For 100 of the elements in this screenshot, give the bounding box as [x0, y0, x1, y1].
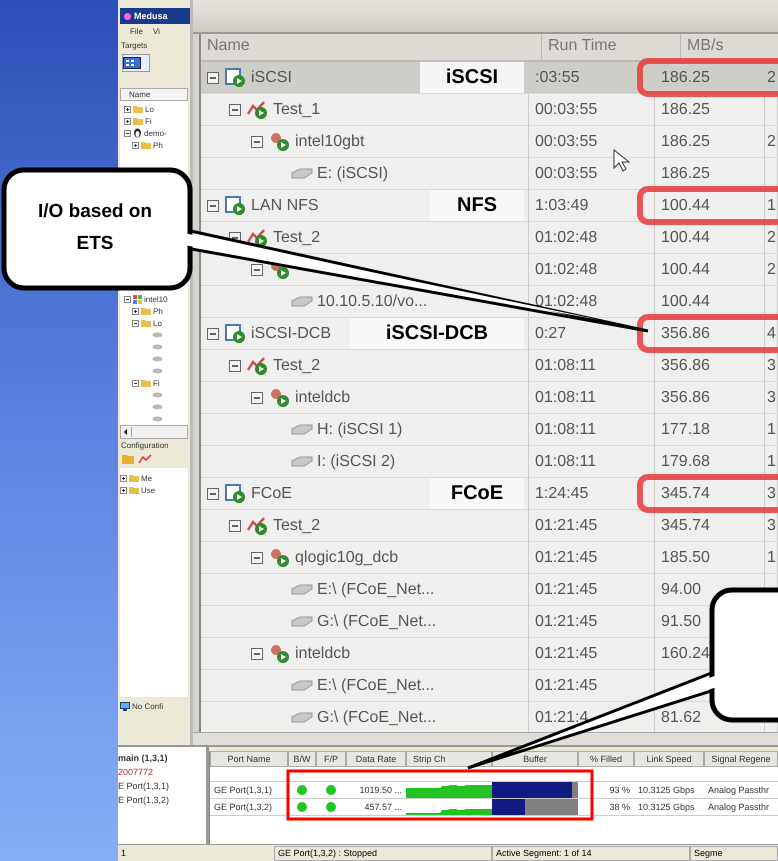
column-header[interactable]: Signal Regene	[704, 751, 778, 767]
expander-icon[interactable]	[251, 392, 263, 404]
table-cell: 2	[767, 132, 776, 150]
menu-item[interactable]: File	[130, 27, 143, 36]
status-field: Active Segment: 1 of 14	[492, 846, 690, 860]
disk-icon	[152, 332, 163, 338]
expander-icon[interactable]	[120, 486, 127, 494]
group-icon	[225, 196, 247, 216]
expander-icon[interactable]	[120, 474, 127, 482]
expander-icon[interactable]	[132, 320, 139, 326]
throughput-value: 186.25	[661, 100, 710, 118]
port-list-item[interactable]: main (1,3,1)	[118, 753, 206, 767]
expander-icon[interactable]	[124, 118, 131, 124]
node-name: Test_1	[273, 100, 320, 118]
node-name: Test_2	[273, 356, 320, 374]
host-icon	[269, 132, 291, 152]
expander-icon[interactable]	[124, 106, 131, 112]
expander-icon[interactable]	[207, 328, 219, 340]
callout-text: I/O based on ETS	[36, 200, 154, 256]
status-field: 1	[118, 846, 274, 860]
config-item[interactable]: Me	[141, 474, 152, 482]
target-item[interactable]: intel10	[144, 294, 168, 304]
expander-icon[interactable]	[251, 264, 263, 276]
port-list-item[interactable]: E Port(1,3,1)	[118, 781, 206, 795]
view-button[interactable]	[122, 54, 150, 72]
node-name: inteldcb	[295, 644, 350, 662]
target-item[interactable]: Ph	[153, 140, 163, 150]
expander-icon[interactable]	[207, 488, 219, 500]
annotation-tooltip: FCoE	[430, 478, 524, 509]
table-row[interactable]: Test_2 01:02:48 100.44 2	[201, 222, 778, 254]
expander-icon[interactable]	[132, 142, 139, 148]
table-row[interactable]: intel10gbt 00:03:55 186.25 2	[201, 126, 778, 158]
table-row[interactable]: qlogic10g_dcb 01:21:45 185.50 1	[201, 542, 778, 574]
status-text: No Confi	[132, 702, 164, 711]
column-header[interactable]: Strip Ch	[406, 751, 492, 767]
target-item[interactable]: Fi	[153, 378, 160, 388]
port-list-item[interactable]: 2007772	[118, 767, 206, 781]
disk-icon	[152, 356, 163, 362]
run-time: 00:03:55	[535, 100, 598, 118]
target-item[interactable]: Fi	[145, 116, 152, 126]
expander-icon[interactable]	[124, 130, 131, 136]
column-header[interactable]: Link Speed	[634, 751, 704, 767]
table-row[interactable]: E:\ (FCoE_Net... 01:21:45 94.00	[201, 574, 778, 606]
column-header[interactable]: Data Rate	[346, 751, 406, 767]
table-row[interactable]: Test_1 00:03:55 186.25	[201, 94, 778, 126]
throughput-value: 356.86	[661, 388, 710, 406]
column-header[interactable]: Port Name	[210, 751, 288, 767]
table-cell: 1	[767, 548, 776, 566]
run-time: 01:02:48	[535, 260, 598, 278]
percent-filled: 93 %	[609, 785, 630, 795]
node-name: I: (iSCSI 2)	[317, 452, 396, 470]
expander-icon[interactable]	[251, 552, 263, 564]
run-time: 01:21:45	[535, 580, 598, 598]
chart-icon[interactable]	[138, 454, 152, 464]
expander-icon[interactable]	[132, 308, 139, 314]
node-name: iSCSI-DCB	[251, 324, 332, 342]
column-header[interactable]: B/W	[288, 751, 316, 767]
table-cell: 3	[767, 388, 776, 406]
table-row[interactable]: E: (iSCSI) 00:03:55 186.25	[201, 158, 778, 190]
host-icon	[269, 548, 291, 568]
expander-icon[interactable]	[207, 72, 219, 84]
throughput-value: 345.74	[661, 484, 710, 502]
target-item[interactable]: Ph	[153, 306, 163, 316]
throughput-value: 100.44	[661, 260, 710, 278]
expander-icon[interactable]	[124, 296, 131, 302]
column-header[interactable]: % Filled	[578, 751, 634, 767]
table-row[interactable]: inteldcb 01:08:11 356.86 3	[201, 382, 778, 414]
expander-icon[interactable]	[132, 380, 139, 386]
column-header: Name	[120, 88, 188, 101]
expander-icon[interactable]	[229, 520, 241, 532]
table-row[interactable]: I: (iSCSI 2) 01:08:11 179.68 1	[201, 446, 778, 478]
config-item[interactable]: Use	[141, 486, 156, 494]
expander-icon[interactable]	[251, 648, 263, 660]
node-name: inteldcb	[295, 388, 350, 406]
expander-icon[interactable]	[207, 200, 219, 212]
table-cell: 1	[767, 196, 776, 214]
expander-icon[interactable]	[229, 104, 241, 116]
port-list-item[interactable]: E Port(1,3,2)	[118, 795, 206, 809]
table-row[interactable]: Test_2 01:08:11 356.86 3	[201, 350, 778, 382]
run-time: :03:55	[535, 68, 580, 86]
table-cell: 1	[767, 452, 776, 470]
run-time: 00:03:55	[535, 164, 598, 182]
expander-icon[interactable]	[251, 136, 263, 148]
column-header[interactable]: F/P	[316, 751, 346, 767]
node-name: LAN NFS	[251, 196, 319, 214]
table-row[interactable]: Test_2 01:21:45 345.74 3	[201, 510, 778, 542]
table-cell: 4	[767, 324, 776, 342]
target-item[interactable]: demo-	[144, 128, 167, 138]
target-item[interactable]: Lo	[153, 318, 162, 328]
expander-icon[interactable]	[229, 360, 241, 372]
table-row[interactable]: H: (iSCSI 1) 01:08:11 177.18 1	[201, 414, 778, 446]
menu-item[interactable]: Vi	[152, 27, 160, 36]
node-name: E: (iSCSI)	[317, 164, 388, 182]
data-rate: 457.57 ...	[364, 802, 402, 812]
target-item[interactable]: Lo	[145, 104, 154, 114]
horizontal-scrollbar[interactable]	[120, 425, 188, 439]
section-label: Targets	[120, 40, 148, 52]
node-name: FCoE	[251, 484, 292, 502]
run-time: 00:03:55	[535, 132, 598, 150]
run-time: 01:21:45	[535, 612, 598, 630]
